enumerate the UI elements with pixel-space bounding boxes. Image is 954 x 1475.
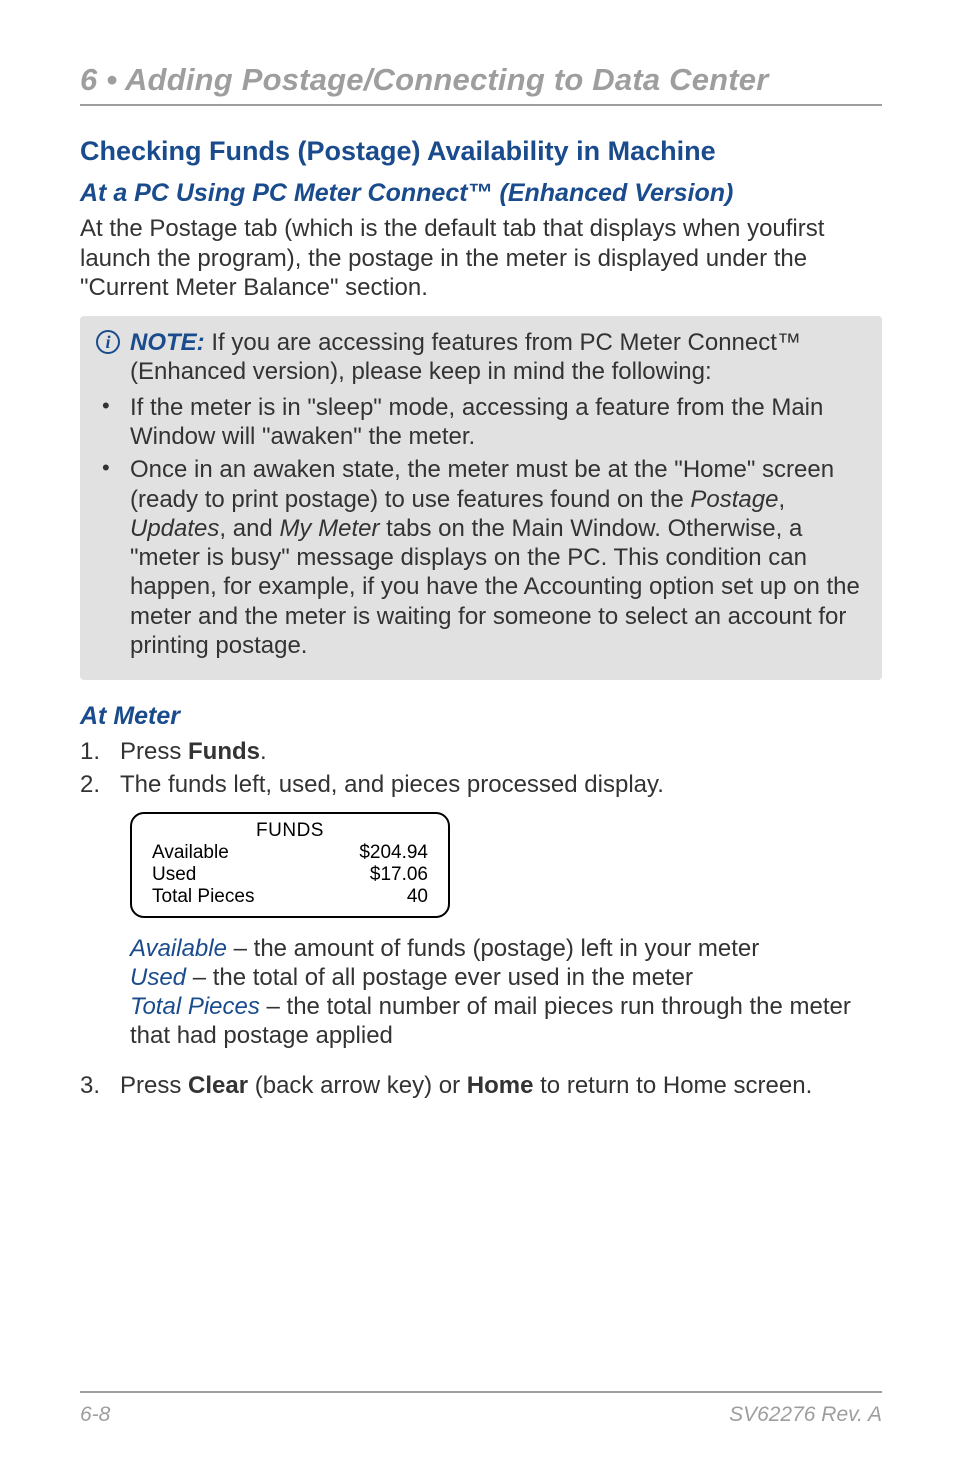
divider-top bbox=[80, 104, 882, 106]
step-1-post: . bbox=[260, 738, 267, 765]
descriptions-block: Available – the amount of funds (postage… bbox=[80, 934, 882, 1051]
step-1-bold: Funds bbox=[188, 738, 260, 765]
step-1-num: 1. bbox=[80, 737, 120, 766]
step-1-pre: Press bbox=[120, 738, 188, 765]
step-2: 2. The funds left, used, and pieces proc… bbox=[80, 770, 882, 799]
note-bullet-list: If the meter is in "sleep" mode, accessi… bbox=[96, 393, 864, 660]
subsection-meter-title: At Meter bbox=[80, 702, 882, 731]
steps-list: 1. Press Funds. 2. The funds left, used,… bbox=[80, 737, 882, 800]
section-title: Checking Funds (Postage) Availability in… bbox=[80, 136, 882, 167]
note-b2-i2: Updates bbox=[130, 515, 219, 542]
funds-available-label: Available bbox=[152, 842, 229, 864]
step-3-mid: (back arrow key) or bbox=[248, 1072, 467, 1099]
note-b2-c1: , bbox=[778, 486, 785, 513]
chapter-title: 6 • Adding Postage/Connecting to Data Ce… bbox=[80, 62, 882, 98]
step-2-content: The funds left, used, and pieces process… bbox=[120, 770, 882, 799]
divider-bottom bbox=[80, 1391, 882, 1393]
step-1: 1. Press Funds. bbox=[80, 737, 882, 766]
footer: 6-8 SV62276 Rev. A bbox=[80, 1391, 882, 1427]
page-container: 6 • Adding Postage/Connecting to Data Ce… bbox=[0, 0, 954, 1475]
footer-row: 6-8 SV62276 Rev. A bbox=[80, 1403, 882, 1427]
step-3-content: Press Clear (back arrow key) or Home to … bbox=[120, 1071, 882, 1100]
step-3-num: 3. bbox=[80, 1071, 120, 1100]
step-2-num: 2. bbox=[80, 770, 120, 799]
desc-available-text: – the amount of funds (postage) left in … bbox=[227, 935, 759, 962]
funds-pieces-value: 40 bbox=[407, 886, 428, 908]
funds-display-box: FUNDS Available $204.94 Used $17.06 Tota… bbox=[130, 812, 450, 918]
funds-used-value: $17.06 bbox=[370, 864, 428, 886]
note-intro-text: If you are accessing features from PC Me… bbox=[130, 329, 801, 385]
funds-available-value: $204.94 bbox=[359, 842, 428, 864]
funds-pieces-label: Total Pieces bbox=[152, 886, 254, 908]
step-3-b2: Home bbox=[467, 1072, 534, 1099]
funds-row-pieces: Total Pieces 40 bbox=[152, 886, 428, 908]
funds-title: FUNDS bbox=[152, 820, 428, 842]
note-bullet-2: Once in an awaken state, the meter must … bbox=[130, 455, 864, 660]
desc-pieces-label: Total Pieces bbox=[130, 993, 260, 1020]
step-1-content: Press Funds. bbox=[120, 737, 882, 766]
step-3-post: to return to Home screen. bbox=[533, 1072, 812, 1099]
info-icon: i bbox=[96, 330, 120, 354]
doc-revision: SV62276 Rev. A bbox=[729, 1403, 882, 1427]
note-bullet-1: If the meter is in "sleep" mode, accessi… bbox=[130, 393, 864, 452]
note-label: NOTE: bbox=[130, 329, 205, 356]
desc-pieces: Total Pieces – the total number of mail … bbox=[130, 992, 882, 1051]
note-b2-c2: , and bbox=[219, 515, 279, 542]
desc-available: Available – the amount of funds (postage… bbox=[130, 934, 882, 963]
desc-used-text: – the total of all postage ever used in … bbox=[186, 964, 693, 991]
note-b2-i1: Postage bbox=[690, 486, 778, 513]
funds-row-used: Used $17.06 bbox=[152, 864, 428, 886]
step-3: 3. Press Clear (back arrow key) or Home … bbox=[80, 1071, 882, 1100]
step-3-pre: Press bbox=[120, 1072, 188, 1099]
desc-used: Used – the total of all postage ever use… bbox=[130, 963, 882, 992]
note-box: i NOTE: If you are accessing features fr… bbox=[80, 316, 882, 680]
subsection-pc-title: At a PC Using PC Meter Connect™ (Enhance… bbox=[80, 179, 882, 208]
funds-row-available: Available $204.94 bbox=[152, 842, 428, 864]
funds-used-label: Used bbox=[152, 864, 196, 886]
step-3-b1: Clear bbox=[188, 1072, 248, 1099]
desc-available-label: Available bbox=[130, 935, 227, 962]
intro-paragraph: At the Postage tab (which is the default… bbox=[80, 214, 882, 302]
note-first-line: i NOTE: If you are accessing features fr… bbox=[96, 328, 864, 387]
desc-used-label: Used bbox=[130, 964, 186, 991]
note-b2-i3: My Meter bbox=[279, 515, 379, 542]
steps-list-cont: 3. Press Clear (back arrow key) or Home … bbox=[80, 1071, 882, 1100]
page-number: 6-8 bbox=[80, 1403, 110, 1427]
